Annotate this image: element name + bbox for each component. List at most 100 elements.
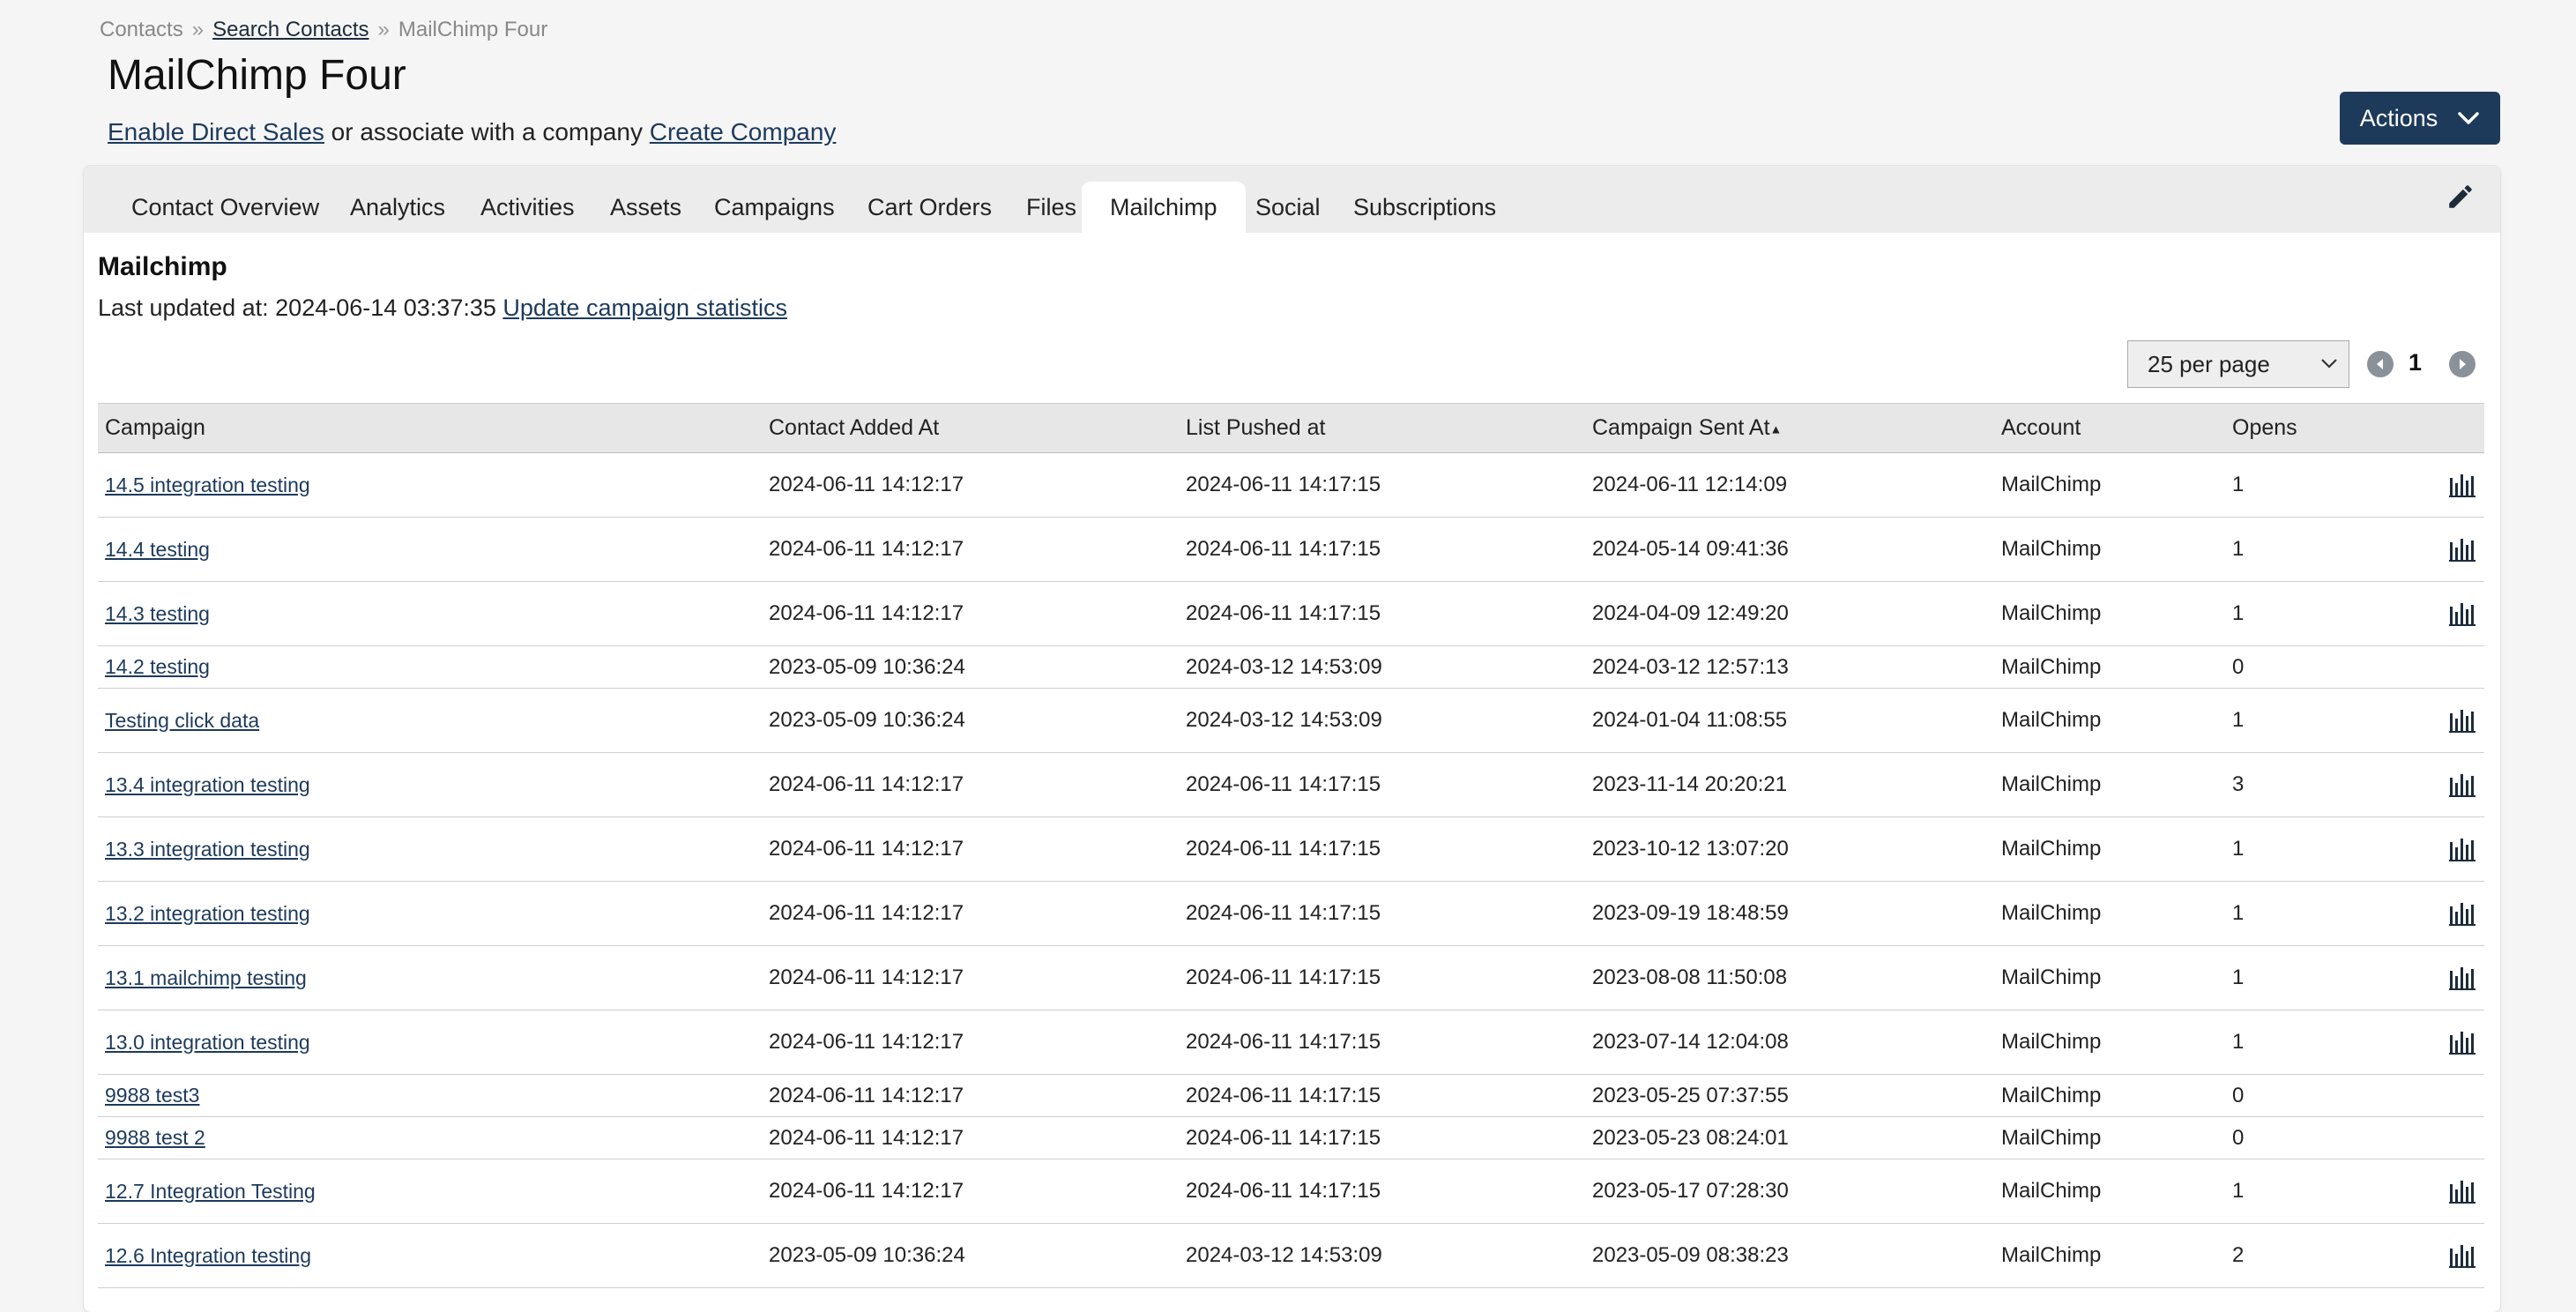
bar-chart-icon[interactable]: [2449, 901, 2475, 926]
account-cell: MailChimp: [1994, 1116, 2225, 1159]
campaign-link[interactable]: 9988 test3: [105, 1084, 199, 1107]
bar-chart-icon[interactable]: [2449, 1179, 2475, 1204]
stats-cell: [2419, 816, 2484, 882]
contact-added-at-cell: 2023-05-09 10:36:24: [762, 645, 1179, 689]
contact-added-at-cell: 2024-06-11 14:12:17: [762, 881, 1179, 946]
per-page-select[interactable]: 25 per page: [2127, 340, 2349, 388]
actions-button[interactable]: Actions: [2340, 92, 2500, 145]
account-cell: MailChimp: [2001, 1179, 2102, 1203]
sort-ascending-icon: ▲: [1769, 421, 1783, 436]
opens-cell: 2: [2225, 1223, 2419, 1288]
column-header-contact-added-at[interactable]: Contact Added At: [762, 403, 1179, 453]
column-header-opens[interactable]: Opens: [2225, 403, 2419, 453]
opens-cell: 0: [2225, 1116, 2419, 1159]
list-pushed-at-cell: 2024-06-11 14:17:15: [1179, 816, 1585, 882]
tab-social[interactable]: Social: [1255, 182, 1321, 233]
campaign-link[interactable]: 14.4 testing: [105, 538, 210, 561]
stats-cell: [2419, 1223, 2484, 1288]
create-company-link[interactable]: Create Company: [650, 118, 837, 145]
campaign-link[interactable]: 13.0 integration testing: [105, 1031, 310, 1054]
campaign-cell: 13.1 mailchimp testing: [98, 945, 762, 1010]
bar-chart-icon[interactable]: [2449, 837, 2475, 861]
company-association-line: Enable Direct Sales or associate with a …: [108, 118, 836, 146]
per-page-value: 25 per page: [2148, 350, 2270, 377]
account-cell: MailChimp: [2001, 708, 2102, 732]
next-page-button[interactable]: [2449, 351, 2475, 377]
column-header-campaign-sent-at[interactable]: Campaign Sent At▲: [1585, 403, 1994, 453]
list-pushed-at-cell: 2024-03-12 14:53:09: [1179, 688, 1585, 753]
opens-cell: 3: [2232, 772, 2245, 796]
prev-page-button[interactable]: [2367, 351, 2394, 377]
tab-cart-orders[interactable]: Cart Orders: [867, 182, 992, 233]
opens-cell: 1: [2232, 473, 2245, 496]
enable-direct-sales-link[interactable]: Enable Direct Sales: [108, 118, 324, 145]
campaign-cell: 9988 test3: [98, 1074, 762, 1117]
campaign-link[interactable]: 12.7 Integration Testing: [105, 1180, 316, 1203]
campaign-sent-at-cell: 2023-05-25 07:37:55: [1592, 1083, 1789, 1107]
bar-chart-icon[interactable]: [2449, 601, 2475, 626]
column-header-stats: [2419, 403, 2484, 453]
bar-chart-icon[interactable]: [2449, 473, 2475, 497]
bar-chart-icon[interactable]: [2449, 1030, 2475, 1055]
account-cell: MailChimp: [2001, 654, 2102, 679]
column-header-campaign[interactable]: Campaign: [98, 403, 762, 453]
campaign-link[interactable]: Testing click data: [105, 709, 259, 732]
contact-added-at-cell: 2024-06-11 14:12:17: [762, 581, 1179, 646]
bar-chart-icon[interactable]: [2449, 1243, 2475, 1268]
pencil-icon[interactable]: [2446, 182, 2475, 212]
list-pushed-at-cell: 2024-06-11 14:17:15: [1179, 517, 1585, 582]
campaign-link[interactable]: 13.3 integration testing: [105, 838, 310, 861]
campaign-link[interactable]: 14.2 testing: [105, 655, 210, 678]
campaign-link[interactable]: 14.3 testing: [105, 602, 210, 625]
campaign-sent-at-cell: 2024-03-12 12:57:13: [1585, 645, 1994, 689]
bar-chart-icon[interactable]: [2449, 708, 2475, 733]
stats-cell: [2419, 945, 2484, 1010]
contact-added-at-cell: 2024-06-11 14:12:17: [769, 473, 964, 496]
bar-chart-icon[interactable]: [2449, 965, 2475, 990]
table-row: 13.4 integration testing 2024-06-11 14:12…: [98, 752, 2484, 817]
tab-files[interactable]: Files: [1026, 182, 1076, 233]
tab-campaigns[interactable]: Campaigns: [714, 182, 835, 233]
campaign-link[interactable]: 13.4 integration testing: [105, 773, 310, 796]
campaign-link[interactable]: 9988 test 2: [105, 1126, 205, 1149]
tab-assets[interactable]: Assets: [610, 182, 681, 233]
contact-added-at-cell: 2024-06-11 14:12:17: [769, 1179, 964, 1203]
contact-added-at-cell: 2024-06-11 14:12:17: [762, 1010, 1179, 1075]
campaign-link[interactable]: 13.2 integration testing: [105, 902, 310, 925]
account-cell: MailChimp: [1994, 1010, 2225, 1075]
tab-contact-overview[interactable]: Contact Overview: [131, 182, 319, 233]
campaign-sent-at-cell: 2024-04-09 12:49:20: [1585, 581, 1994, 646]
tab-analytics[interactable]: Analytics: [350, 182, 445, 233]
account-cell: MailChimp: [2001, 1125, 2102, 1150]
campaign-link[interactable]: 14.5 integration testing: [105, 473, 310, 496]
actions-label: Actions: [2359, 104, 2438, 131]
campaign-link[interactable]: 12.6 Integration testing: [105, 1244, 311, 1267]
tab-subscriptions[interactable]: Subscriptions: [1353, 182, 1496, 233]
breadcrumb-search-contacts[interactable]: Search Contacts: [212, 18, 369, 41]
breadcrumb-separator: »: [377, 18, 390, 41]
list-pushed-at-cell: 2024-06-11 14:17:15: [1179, 1116, 1585, 1159]
tab-mailchimp[interactable]: Mailchimp: [1082, 182, 1246, 233]
column-header-list-pushed-at[interactable]: List Pushed at: [1179, 403, 1585, 453]
breadcrumb-contacts[interactable]: Contacts: [100, 18, 183, 41]
campaign-sent-at-cell: 2023-05-09 08:38:23: [1592, 1243, 1789, 1267]
last-updated-text: Last updated at: 2024-06-14 03:37:35: [98, 294, 503, 321]
column-header-account[interactable]: Account: [1994, 403, 2225, 453]
table-row: 14.2 testing 2023-05-09 10:36:24 2024-03-1…: [98, 645, 2484, 689]
subline-text: or associate with a company: [324, 118, 650, 145]
update-campaign-statistics-link[interactable]: Update campaign statistics: [503, 294, 787, 321]
bar-chart-icon[interactable]: [2449, 537, 2475, 562]
tab-activities[interactable]: Activities: [480, 182, 575, 233]
campaign-sent-at-cell: 2023-05-23 08:24:01: [1585, 1116, 1994, 1159]
opens-cell: 1: [2232, 1179, 2245, 1203]
list-pushed-at-cell: 2024-06-11 14:17:15: [1186, 965, 1381, 989]
campaign-cell: 13.4 integration testing: [98, 752, 762, 817]
list-pushed-at-cell: 2024-06-11 14:17:15: [1179, 1159, 1585, 1224]
contact-added-at-cell: 2023-05-09 10:36:24: [762, 688, 1179, 753]
contact-added-at-cell: 2024-06-11 14:12:17: [769, 1030, 964, 1054]
bar-chart-icon[interactable]: [2449, 772, 2475, 797]
table-row: 9988 test 2 2024-06-11 14:12:17 2024-06-11…: [98, 1116, 2484, 1159]
campaign-link[interactable]: 13.1 mailchimp testing: [105, 966, 307, 989]
opens-cell: 1: [2225, 1010, 2419, 1075]
list-pushed-at-cell: 2024-06-11 14:17:15: [1179, 1010, 1585, 1075]
